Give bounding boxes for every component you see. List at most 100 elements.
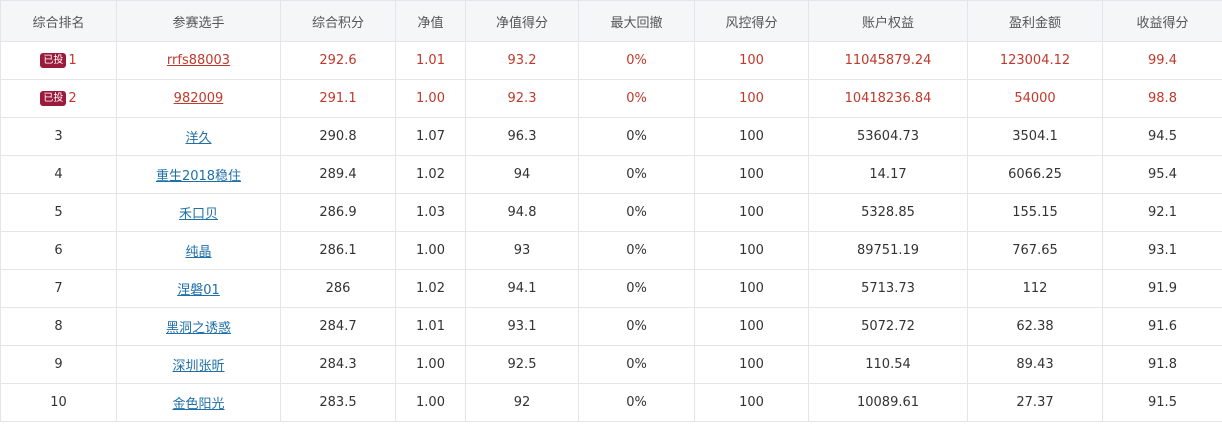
profit-cell: 112 xyxy=(967,269,1103,308)
col-header-max-drawdown: 最大回撤 xyxy=(578,0,695,42)
nav-score-cell: 92.3 xyxy=(465,79,579,118)
col-header-equity: 账户权益 xyxy=(808,0,968,42)
return-score-cell: 95.4 xyxy=(1102,155,1222,194)
equity-cell: 10418236.84 xyxy=(808,79,968,118)
player-cell: 洋久 xyxy=(116,117,281,156)
score-cell: 284.7 xyxy=(280,307,396,346)
risk-score-cell: 100 xyxy=(694,117,809,156)
nav-cell: 1.07 xyxy=(395,117,466,156)
equity-cell: 110.54 xyxy=(808,345,968,384)
nav-score-cell: 92.5 xyxy=(465,345,579,384)
max-drawdown-cell: 0% xyxy=(578,155,695,194)
score-cell: 286.1 xyxy=(280,231,396,270)
rank-cell: 10 xyxy=(0,383,117,422)
rank-cell: 9 xyxy=(0,345,117,384)
player-link[interactable]: 重生2018稳住 xyxy=(156,169,241,184)
score-cell: 284.3 xyxy=(280,345,396,384)
profit-cell: 3504.1 xyxy=(967,117,1103,156)
player-cell: 982009 xyxy=(116,79,281,118)
nav-score-cell: 94.1 xyxy=(465,269,579,308)
table-row: 10 金色阳光 283.5 1.00 92 0% 100 10089.61 27… xyxy=(0,383,1222,422)
profit-cell: 62.38 xyxy=(967,307,1103,346)
table-row: 8 黑洞之诱惑 284.7 1.01 93.1 0% 100 5072.72 6… xyxy=(0,307,1222,346)
table-row: 3 洋久 290.8 1.07 96.3 0% 100 53604.73 350… xyxy=(0,117,1222,156)
table-row: 已投 2 982009 291.1 1.00 92.3 0% 100 104182… xyxy=(0,79,1222,118)
invested-badge: 已投 xyxy=(40,53,67,68)
score-cell: 286 xyxy=(280,269,396,308)
nav-cell: 1.02 xyxy=(395,269,466,308)
rank-cell: 7 xyxy=(0,269,117,308)
table-row: 9 深圳张昕 284.3 1.00 92.5 0% 100 110.54 89.… xyxy=(0,345,1222,384)
max-drawdown-cell: 0% xyxy=(578,383,695,422)
player-link[interactable]: 涅磐01 xyxy=(177,283,220,298)
rank-cell: 5 xyxy=(0,193,117,232)
max-drawdown-cell: 0% xyxy=(578,117,695,156)
nav-cell: 1.00 xyxy=(395,79,466,118)
equity-cell: 53604.73 xyxy=(808,117,968,156)
col-header-risk-score: 风控得分 xyxy=(694,0,809,42)
return-score-cell: 91.8 xyxy=(1102,345,1222,384)
score-cell: 283.5 xyxy=(280,383,396,422)
risk-score-cell: 100 xyxy=(694,231,809,270)
player-cell: 黑洞之诱惑 xyxy=(116,307,281,346)
max-drawdown-cell: 0% xyxy=(578,231,695,270)
nav-score-cell: 93 xyxy=(465,231,579,270)
score-cell: 290.8 xyxy=(280,117,396,156)
score-cell: 286.9 xyxy=(280,193,396,232)
table-row: 已投 1 rrfs88003 292.6 1.01 93.2 0% 100 110… xyxy=(0,41,1222,80)
return-score-cell: 92.1 xyxy=(1102,193,1222,232)
player-link[interactable]: 黑洞之诱惑 xyxy=(166,321,231,336)
max-drawdown-cell: 0% xyxy=(578,269,695,308)
col-header-score: 综合积分 xyxy=(280,0,396,42)
risk-score-cell: 100 xyxy=(694,307,809,346)
nav-score-cell: 96.3 xyxy=(465,117,579,156)
player-cell: 深圳张昕 xyxy=(116,345,281,384)
rank-cell: 已投 1 xyxy=(0,41,117,80)
risk-score-cell: 100 xyxy=(694,193,809,232)
col-header-nav-score: 净值得分 xyxy=(465,0,579,42)
nav-score-cell: 94 xyxy=(465,155,579,194)
profit-cell: 27.37 xyxy=(967,383,1103,422)
score-cell: 291.1 xyxy=(280,79,396,118)
return-score-cell: 91.6 xyxy=(1102,307,1222,346)
equity-cell: 14.17 xyxy=(808,155,968,194)
player-cell: 涅磐01 xyxy=(116,269,281,308)
player-link[interactable]: 金色阳光 xyxy=(172,397,224,412)
risk-score-cell: 100 xyxy=(694,155,809,194)
player-link[interactable]: rrfs88003 xyxy=(167,53,230,68)
risk-score-cell: 100 xyxy=(694,345,809,384)
risk-score-cell: 100 xyxy=(694,41,809,80)
player-cell: 禾口贝 xyxy=(116,193,281,232)
max-drawdown-cell: 0% xyxy=(578,307,695,346)
player-link[interactable]: 洋久 xyxy=(185,131,211,146)
equity-cell: 11045879.24 xyxy=(808,41,968,80)
equity-cell: 5328.85 xyxy=(808,193,968,232)
max-drawdown-cell: 0% xyxy=(578,41,695,80)
profit-cell: 54000 xyxy=(967,79,1103,118)
risk-score-cell: 100 xyxy=(694,79,809,118)
player-link[interactable]: 982009 xyxy=(174,91,224,106)
max-drawdown-cell: 0% xyxy=(578,193,695,232)
nav-cell: 1.00 xyxy=(395,345,466,384)
rank-cell: 3 xyxy=(0,117,117,156)
table-row: 5 禾口贝 286.9 1.03 94.8 0% 100 5328.85 155… xyxy=(0,193,1222,232)
profit-cell: 89.43 xyxy=(967,345,1103,384)
ranking-table: 综合排名 参赛选手 综合积分 净值 净值得分 最大回撤 风控得分 账户权益 盈利… xyxy=(0,0,1222,422)
rank-value: 2 xyxy=(68,91,77,106)
player-link[interactable]: 禾口贝 xyxy=(179,207,218,222)
rank-cell: 6 xyxy=(0,231,117,270)
table-row: 7 涅磐01 286 1.02 94.1 0% 100 5713.73 112 … xyxy=(0,269,1222,308)
profit-cell: 123004.12 xyxy=(967,41,1103,80)
player-link[interactable]: 深圳张昕 xyxy=(172,359,224,374)
return-score-cell: 93.1 xyxy=(1102,231,1222,270)
nav-score-cell: 92 xyxy=(465,383,579,422)
player-link[interactable]: 纯晶 xyxy=(185,245,211,260)
profit-cell: 767.65 xyxy=(967,231,1103,270)
nav-score-cell: 94.8 xyxy=(465,193,579,232)
nav-cell: 1.01 xyxy=(395,307,466,346)
table-row: 4 重生2018稳住 289.4 1.02 94 0% 100 14.17 60… xyxy=(0,155,1222,194)
profit-cell: 6066.25 xyxy=(967,155,1103,194)
profit-cell: 155.15 xyxy=(967,193,1103,232)
nav-score-cell: 93.2 xyxy=(465,41,579,80)
score-cell: 289.4 xyxy=(280,155,396,194)
